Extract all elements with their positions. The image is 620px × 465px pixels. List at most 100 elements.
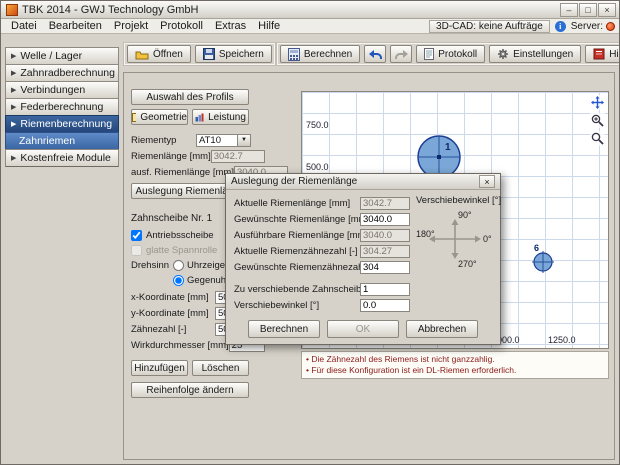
pulley-to-move-label: Zu verschiebende Zahnscheibe <box>234 284 360 295</box>
delete-pulley-button[interactable]: Löschen <box>192 360 249 376</box>
power-tab-label: Leistung <box>208 112 246 123</box>
menu-projekt[interactable]: Projekt <box>108 20 154 32</box>
chevron-right-icon: ▶ <box>11 120 16 128</box>
protocol-button[interactable]: Protokoll <box>416 45 485 63</box>
save-button[interactable]: Speichern <box>195 45 272 63</box>
sidebar-item-label: Federberechnung <box>20 101 103 113</box>
current-belt-length-label: Aktuelle Riemenlänge [mm] <box>234 198 360 209</box>
shift-angle-field[interactable] <box>360 299 410 312</box>
dialog-ok-button: OK <box>327 320 399 338</box>
x-axis-tick: 1250.0 <box>548 335 576 345</box>
menu-bearbeiten[interactable]: Bearbeiten <box>43 20 108 32</box>
chart-toolbar <box>590 95 605 146</box>
settings-button-label: Einstellungen <box>513 49 573 60</box>
server-status: Server: <box>571 21 615 32</box>
belt-type-value: AT10 <box>196 134 238 147</box>
geometry-tab-label: Geometrie <box>140 112 187 123</box>
dialog-calculate-button[interactable]: Berechnen <box>248 320 320 338</box>
compass-270-label: 270° <box>458 259 477 269</box>
desired-belt-teeth-field[interactable] <box>360 261 410 274</box>
power-tab-button[interactable]: Leistung <box>192 109 249 125</box>
current-belt-teeth-label: Aktuelle Riemenzähnezahl [-] <box>234 246 360 257</box>
sidebar-item-zahnriemen[interactable]: Zahnriemen <box>5 132 119 150</box>
x-coordinate-label: x-Koordinate [mm] <box>131 292 209 303</box>
calculate-button-label: Berechnen <box>304 49 352 60</box>
folder-icon <box>135 49 149 60</box>
chevron-right-icon: ▶ <box>11 69 16 77</box>
idler-pulley-label: glatte Spannrolle <box>146 245 217 256</box>
pitch-diameter-label: Wirkdurchmesser [mm] <box>131 340 229 351</box>
counterclockwise-radio[interactable] <box>173 275 184 286</box>
compass-180-label: 180° <box>416 229 435 239</box>
profile-select-button[interactable]: Auswahl des Profils <box>131 89 249 105</box>
dialog-buttons: Berechnen OK Abbrechen <box>234 320 492 338</box>
dialog-cancel-button[interactable]: Abbrechen <box>406 320 478 338</box>
warning-message: • Die Zähnezahl des Riemens ist nicht ga… <box>306 354 604 365</box>
maximize-icon[interactable]: □ <box>579 3 597 17</box>
dropdown-arrow-icon[interactable]: ▼ <box>238 134 251 147</box>
clockwise-radio[interactable] <box>173 260 184 271</box>
chevron-right-icon: ▶ <box>11 103 16 111</box>
help-button-label: Hilfe <box>609 49 620 60</box>
pulley-6[interactable]: 6 <box>528 242 558 274</box>
compass-label: Verschiebewinkel [°] <box>416 195 501 206</box>
open-button-label: Öffnen <box>153 49 183 60</box>
belt-type-label: Riementyp <box>131 135 176 146</box>
sidebar-item-kostenfreie-module[interactable]: ▶ Kostenfreie Module <box>5 149 119 167</box>
menu-protokoll[interactable]: Protokoll <box>154 20 209 32</box>
pulley-1-label: 1 <box>445 142 451 153</box>
belt-length-field <box>211 150 265 163</box>
close-icon[interactable]: × <box>598 3 616 17</box>
sidebar-item-label: Verbindungen <box>20 84 85 96</box>
message-panel: • Die Zähnezahl des Riemens ist nicht ga… <box>301 351 609 379</box>
chevron-right-icon: ▶ <box>11 52 16 60</box>
pulley-to-move-field[interactable] <box>360 283 410 296</box>
sidebar-item-label: Zahnriemen <box>19 135 75 147</box>
calculate-button[interactable]: Berechnen <box>280 45 360 63</box>
sidebar-item-welle-lager[interactable]: ▶ Welle / Lager <box>5 47 119 65</box>
open-button[interactable]: Öffnen <box>127 45 191 63</box>
sidebar-item-label: Zahnradberechnung <box>20 67 115 79</box>
sidebar-item-federberechnung[interactable]: ▶ Federberechnung <box>5 98 119 116</box>
compass-arrows-icon: 90° 180° 0° 270° <box>416 208 494 270</box>
dialog-close-icon[interactable]: × <box>479 175 495 188</box>
belt-type-dropdown[interactable]: AT10 ▼ <box>196 134 251 147</box>
info-icon[interactable]: i <box>555 21 566 32</box>
compass-0-label: 0° <box>483 234 492 244</box>
geometry-tab-button[interactable]: Geometrie <box>131 109 188 125</box>
warning-message: • Für diese Konfiguration ist ein DL-Rie… <box>306 365 604 376</box>
zoom-window-icon[interactable] <box>590 131 605 146</box>
sidebar-item-riemenberechnung[interactable]: ▶ Riemenberechnung <box>5 115 119 133</box>
menu-datei[interactable]: Datei <box>5 20 43 32</box>
cad-status-button[interactable]: 3D-CAD: keine Aufträge <box>429 20 550 33</box>
add-pulley-button[interactable]: Hinzufügen <box>131 360 188 376</box>
sidebar-item-verbindungen[interactable]: ▶ Verbindungen <box>5 81 119 99</box>
save-button-label: Speichern <box>219 49 264 60</box>
toolbar-file-group: Öffnen Speichern <box>123 42 276 66</box>
drive-pulley-checkbox[interactable] <box>131 230 142 241</box>
pan-icon[interactable] <box>590 95 605 110</box>
gear-icon <box>497 48 509 60</box>
belt-length-label: Riemenlänge [mm] <box>131 151 211 162</box>
reorder-button[interactable]: Reihenfolge ändern <box>131 382 249 398</box>
feasible-belt-length-field <box>360 229 410 242</box>
redo-button <box>390 45 412 63</box>
zoom-in-icon[interactable] <box>590 113 605 128</box>
menu-hilfe[interactable]: Hilfe <box>252 20 286 32</box>
dialog-body: Aktuelle Riemenlänge [mm] Gewünschte Rie… <box>226 190 500 338</box>
shift-angle-label: Verschiebewinkel [°] <box>234 300 360 311</box>
rotation-direction-label: Drehsinn <box>131 258 169 271</box>
sidebar-item-label: Kostenfreie Module <box>20 152 110 164</box>
current-belt-length-field <box>360 197 410 210</box>
pulley-6-label: 6 <box>534 243 539 253</box>
minimize-icon[interactable]: – <box>560 3 578 17</box>
desired-belt-length-field[interactable] <box>360 213 410 226</box>
sidebar-item-zahnradberechnung[interactable]: ▶ Zahnradberechnung <box>5 64 119 82</box>
dialog-titlebar: Auslegung der Riemenlänge × <box>226 174 500 190</box>
toolbar: Öffnen Speichern Berechnen <box>123 42 615 66</box>
menu-extras[interactable]: Extras <box>209 20 252 32</box>
server-label: Server: <box>571 21 603 32</box>
undo-button[interactable] <box>364 45 386 63</box>
help-button[interactable]: Hilfe <box>585 45 620 63</box>
settings-button[interactable]: Einstellungen <box>489 45 581 63</box>
